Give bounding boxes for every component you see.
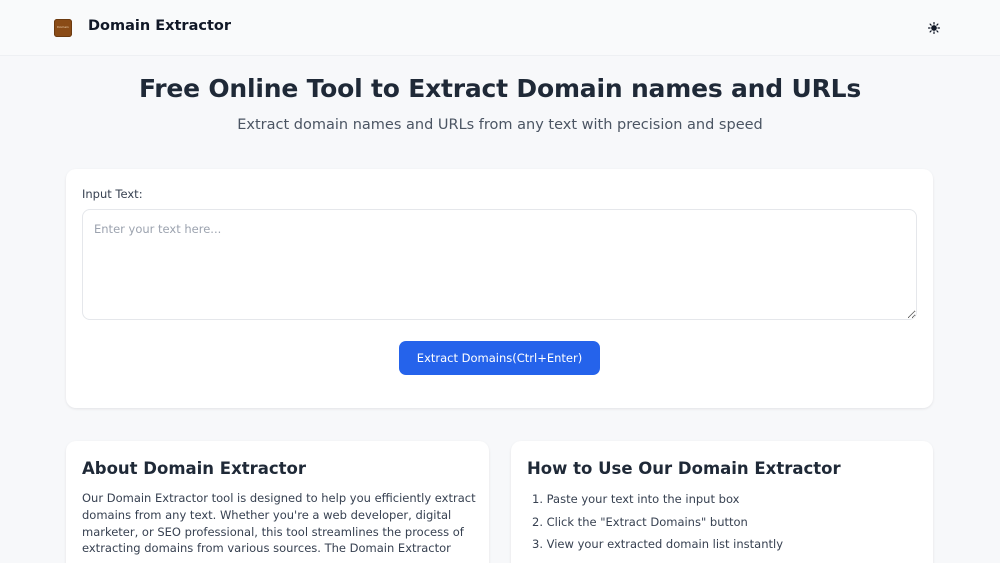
- about-title: About Domain Extractor: [82, 459, 307, 478]
- step-item: 3. View your extracted domain list insta…: [532, 537, 784, 551]
- logo-icon[interactable]: Domain: [54, 19, 72, 37]
- about-card: About Domain Extractor Our Domain Extrac…: [66, 441, 489, 563]
- page-subtitle: Extract domain names and URLs from any t…: [237, 117, 763, 133]
- page-title: Free Online Tool to Extract Domain names…: [138, 74, 862, 103]
- theme-toggle-button[interactable]: [924, 18, 944, 38]
- howto-card: How to Use Our Domain Extractor 1. Paste…: [511, 441, 933, 563]
- logo-text: Domain: [57, 25, 69, 29]
- input-textarea[interactable]: [82, 209, 917, 320]
- input-label: Input Text:: [82, 187, 143, 201]
- about-text: Our Domain Extractor tool is designed to…: [82, 491, 476, 556]
- steps-list: 1. Paste your text into the input box 2.…: [527, 491, 783, 559]
- howto-title: How to Use Our Domain Extractor: [527, 459, 841, 478]
- step-item: 2. Click the "Extract Domains" button: [532, 514, 748, 529]
- input-card: Input Text: Extract Domains(Ctrl+Enter): [66, 169, 933, 408]
- step-item: 1. Paste your text into the input box: [532, 492, 740, 506]
- brand-name[interactable]: Domain Extractor: [88, 18, 231, 34]
- extract-domains-button[interactable]: Extract Domains(Ctrl+Enter): [399, 341, 600, 375]
- app-header: Domain Domain Extractor: [0, 0, 1000, 56]
- sun-icon: [928, 22, 940, 34]
